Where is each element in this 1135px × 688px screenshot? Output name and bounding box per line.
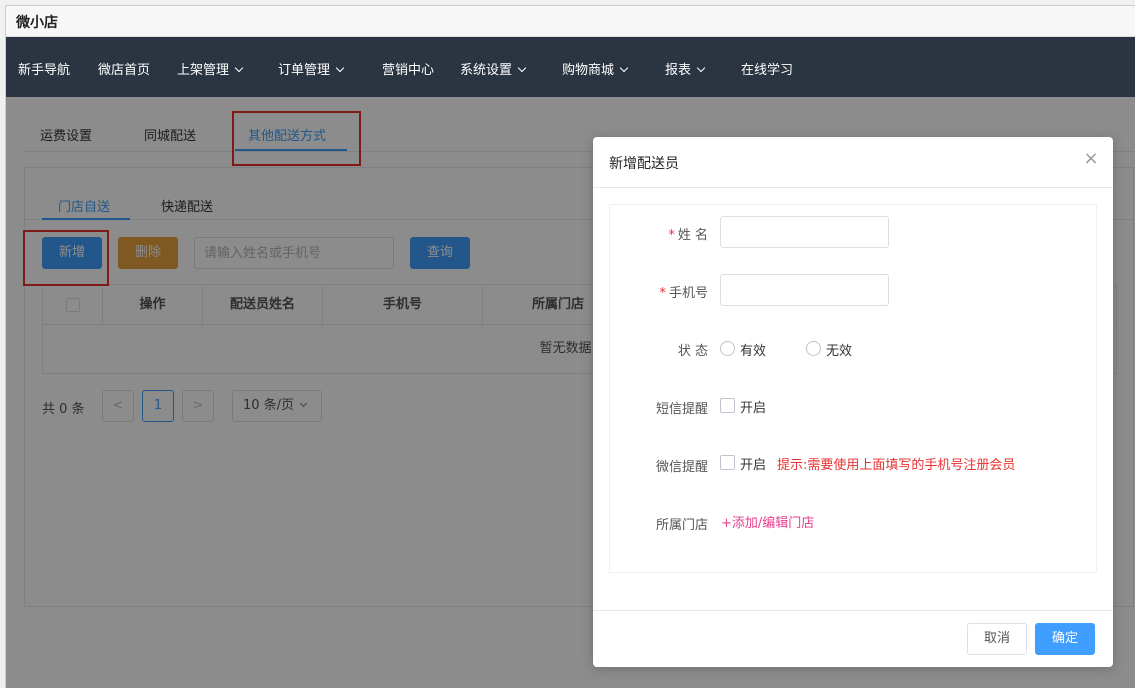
close-icon[interactable]: ×: [1083, 150, 1099, 168]
courier-form: * 姓 名 * 手机号 状 态 有效 无效 短信提醒 开启 微信提醒 开启 提示:需…: [609, 204, 1097, 573]
name-label-text: 姓 名: [677, 228, 708, 243]
status-invalid-radio[interactable]: [806, 341, 821, 356]
name-field[interactable]: [720, 216, 889, 248]
nav-item-marketing[interactable]: 营销中心: [382, 59, 434, 78]
nav-item-label: 系统设置: [460, 63, 513, 78]
required-mark: *: [659, 286, 666, 301]
phone-label-text: 手机号: [668, 286, 708, 301]
nav-item-mall[interactable]: 购物商城: [562, 59, 629, 78]
nav-item-label: 微店首页: [98, 63, 151, 78]
top-navbar: 新手导航 微店首页 上架管理 订单管理 营销中心 系统设置 购物商城 报表 在线…: [6, 37, 1135, 97]
add-courier-dialog: 新增配送员 × * 姓 名 * 手机号 状 态 有效 无效 短信提醒 开启 微信提醒…: [593, 137, 1113, 667]
nav-item-label: 上架管理: [177, 63, 230, 78]
nav-item-label: 报表: [665, 63, 692, 78]
nav-item-home[interactable]: 微店首页: [98, 59, 150, 78]
confirm-button[interactable]: 确定: [1035, 623, 1095, 655]
nav-item-learning[interactable]: 在线学习: [741, 59, 793, 78]
nav-item-settings[interactable]: 系统设置: [460, 59, 527, 78]
nav-item-listing[interactable]: 上架管理: [177, 59, 244, 78]
store-label: 所属门店: [655, 518, 708, 533]
nav-item-orders[interactable]: 订单管理: [278, 59, 345, 78]
chevron-down-icon: [234, 63, 244, 73]
chevron-down-icon: [696, 63, 706, 73]
phone-field[interactable]: [720, 274, 889, 306]
cancel-button[interactable]: 取消: [967, 623, 1027, 655]
wechat-hint: 提示:需要使用上面填写的手机号注册会员: [777, 458, 1016, 473]
chevron-down-icon: [619, 63, 629, 73]
wechat-checkbox[interactable]: [720, 455, 735, 470]
sms-checkbox[interactable]: [720, 398, 735, 413]
nav-item-guide[interactable]: 新手导航: [18, 59, 70, 78]
required-mark: *: [668, 228, 675, 243]
status-valid-text: 有效: [740, 344, 767, 359]
add-edit-store-link[interactable]: +添加/编辑门店: [721, 512, 814, 531]
status-valid-radio[interactable]: [720, 341, 735, 356]
nav-item-label: 营销中心: [382, 63, 435, 78]
nav-item-label: 购物商城: [562, 63, 615, 78]
status-label: 状 态: [677, 344, 708, 359]
wechat-label: 微信提醒: [655, 460, 708, 475]
title-bar: 微小店: [6, 6, 1135, 37]
chevron-down-icon: [517, 63, 527, 73]
dialog-title: 新增配送员: [609, 156, 679, 172]
chevron-down-icon: [335, 63, 345, 73]
nav-item-label: 在线学习: [741, 63, 794, 78]
nav-item-label: 新手导航: [18, 63, 71, 78]
nav-item-reports[interactable]: 报表: [665, 59, 706, 78]
window-title: 微小店: [16, 15, 58, 31]
name-label: * 姓 名: [610, 224, 708, 243]
divider: [593, 610, 1113, 611]
wechat-option-text: 开启: [740, 458, 767, 473]
nav-item-label: 订单管理: [278, 63, 331, 78]
status-invalid-text: 无效: [826, 344, 853, 359]
phone-label: * 手机号: [610, 282, 708, 301]
sms-label: 短信提醒: [655, 402, 708, 417]
sms-option-text: 开启: [740, 401, 767, 416]
divider: [593, 187, 1113, 188]
